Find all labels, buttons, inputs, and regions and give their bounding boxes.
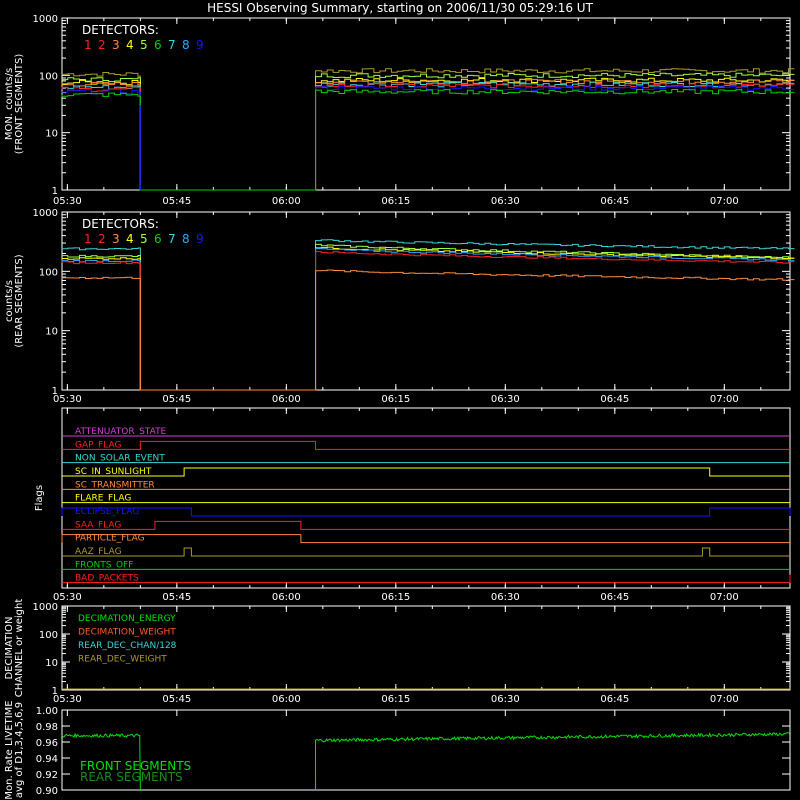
x-tick-label: 06:30 (491, 592, 520, 603)
x-tick-label: 06:15 (381, 592, 410, 603)
legend-detector-6: 6 (154, 232, 162, 246)
legend-detector-4: 4 (126, 38, 134, 52)
legend-detector-9: 9 (196, 232, 204, 246)
x-tick-label: 07:00 (710, 592, 739, 603)
y-tick-label: 100 (39, 71, 58, 82)
x-tick-label: 05:45 (162, 592, 191, 603)
y-tick-label: 10 (45, 129, 58, 140)
legend-detector-4: 4 (126, 232, 134, 246)
legend-title: DETECTORS: (82, 217, 159, 231)
x-tick-label: 07:00 (710, 394, 739, 405)
x-tick-label: 07:00 (710, 694, 739, 705)
x-tick-label: 05:45 (162, 196, 191, 207)
legend-detector-2: 2 (98, 38, 106, 52)
front-y-label: (FRONT SEGMENTS) (14, 54, 25, 155)
hessi-summary-chart: HESSI Observing Summary, starting on 200… (0, 0, 800, 800)
x-tick-label: 06:45 (600, 394, 629, 405)
x-tick-label: 06:00 (272, 694, 301, 705)
flags-y-label: Flags (34, 485, 45, 511)
x-tick-label: 06:30 (491, 394, 520, 405)
x-tick-label: 06:00 (272, 196, 301, 207)
legend-detector-7: 7 (168, 232, 176, 246)
legend-title: DETECTORS: (82, 23, 159, 37)
x-tick-label: 06:15 (381, 694, 410, 705)
y-tick-label: 10 (45, 327, 58, 338)
x-tick-label: 06:00 (272, 394, 301, 405)
x-tick-label: 06:00 (272, 592, 301, 603)
y-tick-label: 1000 (33, 602, 58, 613)
x-tick-label: 05:30 (53, 394, 82, 405)
rear-y-label: (REAR SEGMENTS) (14, 254, 25, 347)
x-tick-label: 06:45 (600, 196, 629, 207)
decimation-legend-item: REAR_DEC_WEIGHT (78, 655, 167, 665)
legend-detector-8: 8 (182, 232, 190, 246)
legend-detector-1: 1 (84, 232, 92, 246)
decimation-legend-item: REAR_DEC_CHAN/128 (78, 641, 177, 651)
decimation-legend-item: DECIMATION_WEIGHT (78, 628, 176, 638)
x-tick-label: 07:00 (710, 196, 739, 207)
x-tick-label: 05:30 (53, 196, 82, 207)
legend-detector-6: 6 (154, 38, 162, 52)
legend-detector-5: 5 (140, 232, 148, 246)
legend-detector-8: 8 (182, 38, 190, 52)
x-tick-label: 06:45 (600, 694, 629, 705)
y-tick-label: 10 (45, 658, 58, 669)
y-tick-label: 100 (39, 630, 58, 641)
x-tick-label: 06:30 (491, 694, 520, 705)
x-tick-label: 05:45 (162, 694, 191, 705)
chart-title: HESSI Observing Summary, starting on 200… (207, 1, 593, 15)
x-tick-label: 06:45 (600, 592, 629, 603)
y-tick-label: 100 (39, 267, 58, 278)
y-tick-label: 0.94 (36, 754, 58, 765)
y-tick-label: 0.98 (36, 722, 58, 733)
livetime-legend-item: REAR SEGMENTS (80, 770, 183, 784)
legend-detector-5: 5 (140, 38, 148, 52)
legend-detector-9: 9 (196, 38, 204, 52)
y-tick-label: 0.90 (36, 786, 58, 797)
y-tick-label: 1.00 (36, 706, 58, 717)
x-tick-label: 05:45 (162, 394, 191, 405)
legend-detector-3: 3 (112, 38, 120, 52)
legend-detector-2: 2 (98, 232, 106, 246)
y-tick-label: 1000 (33, 208, 58, 219)
y-tick-label: 1000 (33, 14, 58, 25)
decimation-legend-item: DECIMATION_ENERGY (78, 614, 176, 624)
legend-detector-7: 7 (168, 38, 176, 52)
y-tick-label: 0.96 (36, 738, 58, 749)
decimation-y-label: CHANNEL or weight (14, 599, 25, 698)
y-tick-label: 0.92 (36, 770, 58, 781)
x-tick-label: 06:15 (381, 196, 410, 207)
legend-detector-1: 1 (84, 38, 92, 52)
x-tick-label: 06:15 (381, 394, 410, 405)
livetime-y-label: avg of D1,3,4,5,6,9 (14, 702, 25, 798)
x-tick-label: 06:30 (491, 196, 520, 207)
x-tick-label: 05:30 (53, 694, 82, 705)
legend-detector-3: 3 (112, 232, 120, 246)
